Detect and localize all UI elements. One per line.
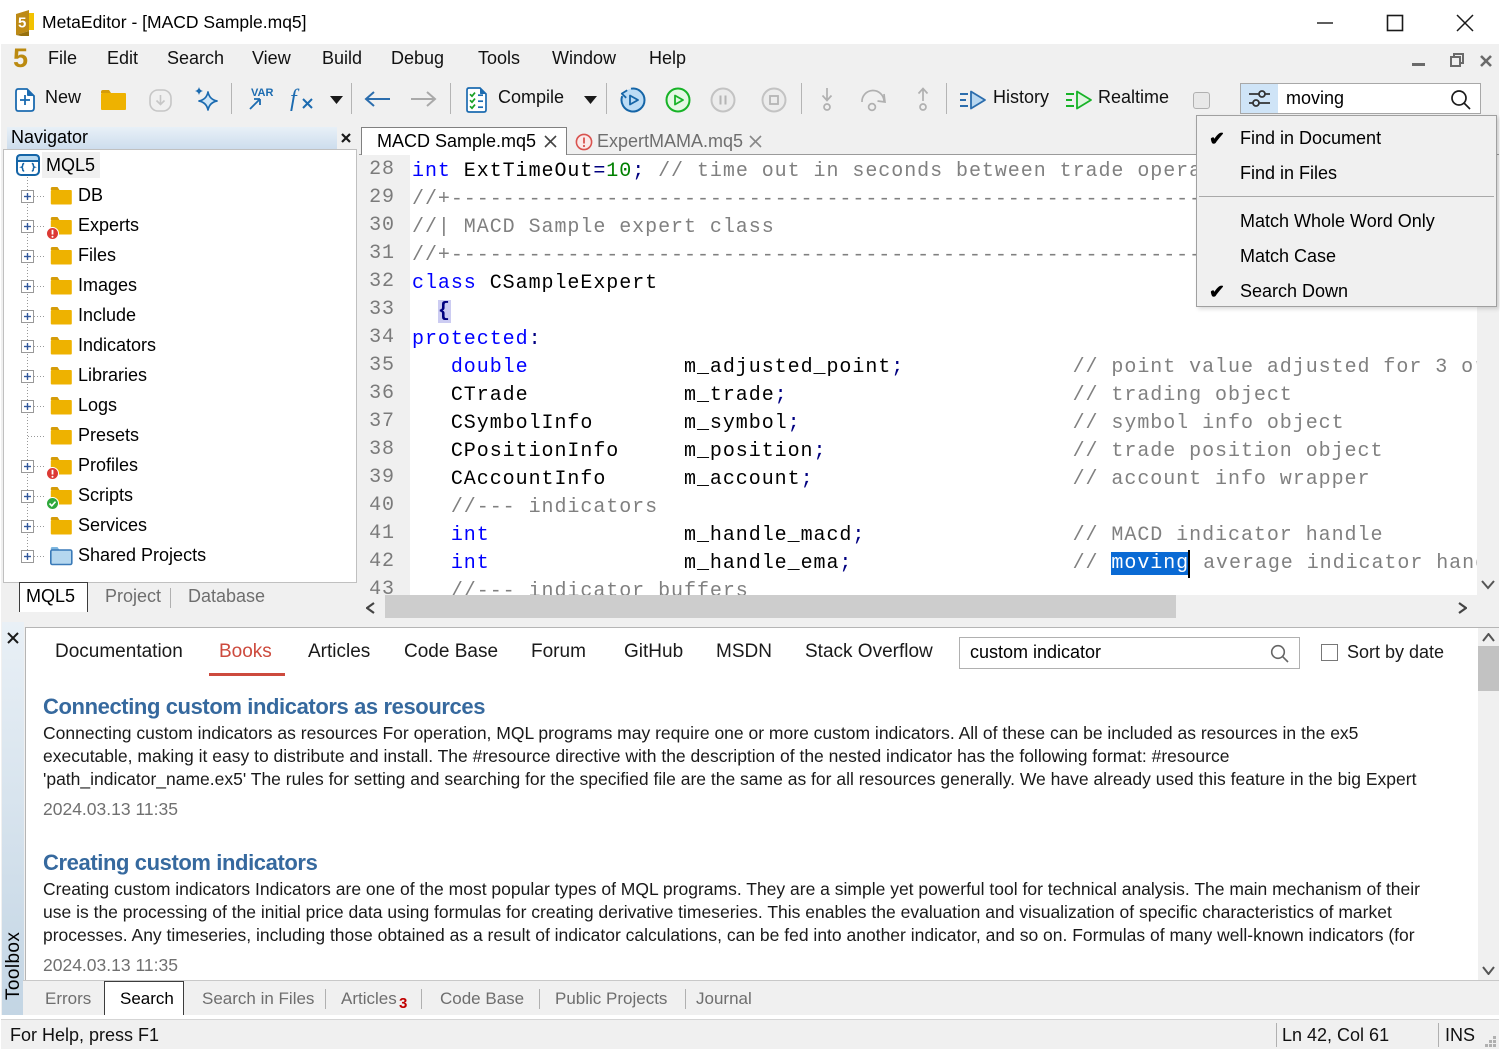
svg-text:f: f <box>290 86 300 112</box>
svg-text:5: 5 <box>18 15 26 32</box>
svg-text:VAR: VAR <box>251 87 273 99</box>
